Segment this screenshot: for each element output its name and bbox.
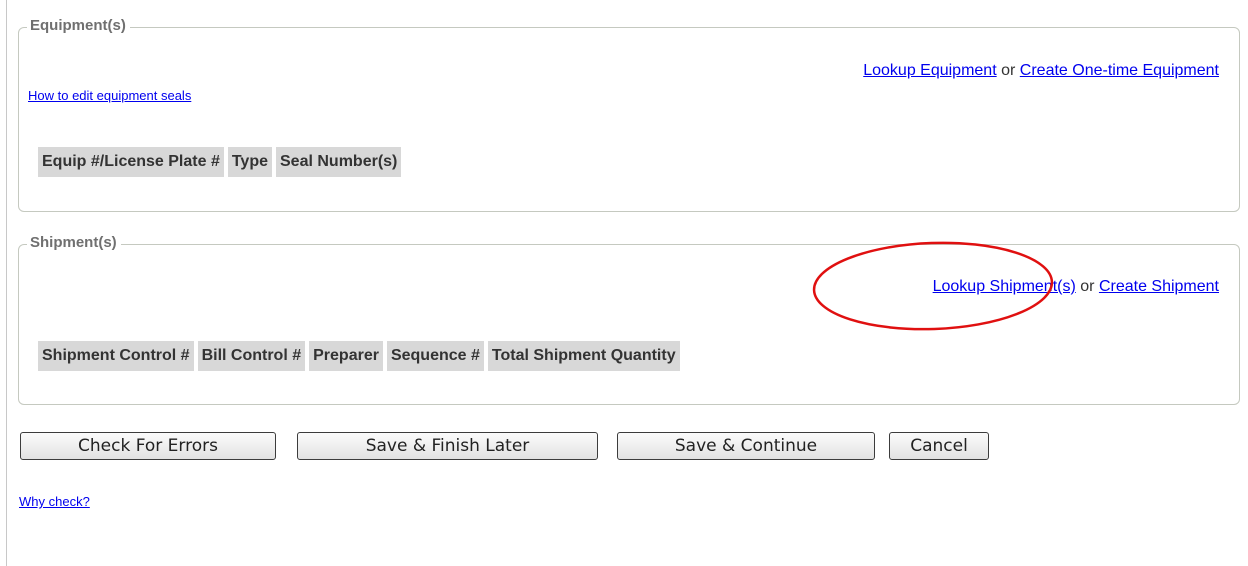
- or-text: or: [1080, 278, 1095, 295]
- column-header-total-quantity: Total Shipment Quantity: [487, 341, 680, 371]
- column-header-seal-numbers: Seal Number(s): [276, 147, 402, 177]
- column-header-bill-control: Bill Control #: [197, 341, 306, 371]
- why-check-link[interactable]: Why check?: [19, 494, 90, 509]
- shipment-panel: Shipment(s) Lookup Shipment(s) or Create…: [18, 234, 1240, 405]
- shipment-table-header: Shipment Control # Bill Control # Prepar…: [38, 341, 680, 371]
- create-one-time-equipment-link[interactable]: Create One-time Equipment: [1020, 62, 1219, 79]
- left-border-line: [6, 0, 7, 566]
- save-continue-button[interactable]: Save & Continue: [617, 432, 875, 460]
- cancel-button[interactable]: Cancel: [889, 432, 989, 460]
- lookup-shipments-link[interactable]: Lookup Shipment(s): [933, 278, 1076, 295]
- shipment-legend: Shipment(s): [30, 234, 117, 251]
- edit-equipment-seals-help-link[interactable]: How to edit equipment seals: [28, 88, 191, 103]
- create-shipment-link[interactable]: Create Shipment: [1099, 278, 1219, 295]
- column-header-shipment-control: Shipment Control #: [38, 341, 194, 371]
- equipment-panel: Equipment(s) Lookup Equipment or Create …: [18, 17, 1240, 212]
- equipment-table-header: Equip #/License Plate # Type Seal Number…: [38, 147, 402, 177]
- column-header-preparer: Preparer: [309, 341, 383, 371]
- column-header-type: Type: [227, 147, 272, 177]
- column-header-sequence: Sequence #: [386, 341, 484, 371]
- or-text: or: [1001, 62, 1016, 79]
- equipment-action-links: Lookup Equipment or Create One-time Equi…: [863, 62, 1219, 80]
- save-finish-later-button[interactable]: Save & Finish Later: [297, 432, 598, 460]
- shipment-action-links: Lookup Shipment(s) or Create Shipment: [933, 278, 1219, 296]
- column-header-equip-license: Equip #/License Plate #: [38, 147, 224, 177]
- equipment-legend: Equipment(s): [30, 17, 126, 34]
- check-for-errors-button[interactable]: Check For Errors: [20, 432, 276, 460]
- lookup-equipment-link[interactable]: Lookup Equipment: [863, 62, 996, 79]
